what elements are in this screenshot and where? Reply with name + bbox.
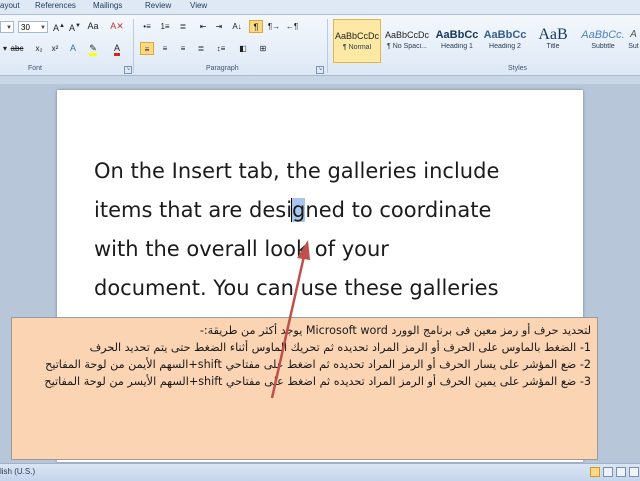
- numbering-icon[interactable]: 1≡: [158, 20, 172, 33]
- chevron-down-icon: ▼: [6, 25, 12, 31]
- font-color-icon[interactable]: A: [110, 42, 124, 56]
- web-layout-view-icon[interactable]: [616, 467, 626, 477]
- paragraph-dialog-launcher-icon[interactable]: ↘: [316, 66, 324, 74]
- style-name: ¶ No Spaci...: [387, 43, 427, 50]
- borders-icon[interactable]: ⊞: [256, 42, 270, 55]
- highlight-icon[interactable]: ✎: [86, 42, 100, 56]
- style-no-spacing[interactable]: AaBbCcDc ¶ No Spaci...: [383, 19, 431, 63]
- doc-line: with the overall look of your: [94, 237, 389, 261]
- font-dialog-launcher-icon[interactable]: ↘: [124, 66, 132, 74]
- style-subtle-emphasis[interactable]: A Sut: [627, 19, 640, 63]
- paragraph-group-label: Paragraph: [206, 65, 239, 72]
- strikethrough-icon[interactable]: abc: [10, 42, 24, 55]
- annotation-note: لتحديد حرف أو رمز معين فى برنامج الوورد …: [11, 317, 598, 460]
- doc-text-run: ned to coordinate: [305, 198, 492, 222]
- note-line: 3- ضع المؤشر على يمين الحرف أو الرمز الم…: [44, 375, 591, 388]
- note-line: 2- ضع المؤشر على يسار الحرف أو الرمز الم…: [45, 358, 591, 371]
- style-sample: AaBbCcDc: [334, 31, 379, 41]
- bullets-icon[interactable]: •≡: [140, 20, 154, 33]
- note-line: لتحديد حرف أو رمز معين فى برنامج الوورد …: [199, 324, 591, 337]
- tab-review[interactable]: Review: [145, 1, 171, 10]
- doc-line: On the Insert tab, the galleries include: [94, 159, 500, 183]
- style-sample: AaB: [538, 27, 568, 43]
- style-sample: A: [630, 29, 637, 40]
- style-name: Title: [546, 43, 560, 50]
- doc-line: document. You can use these galleries: [94, 276, 499, 300]
- style-heading-2[interactable]: AaBbCc Heading 2: [481, 19, 529, 63]
- align-right-icon[interactable]: ≡: [176, 42, 190, 55]
- style-title[interactable]: AaB Title: [529, 19, 577, 63]
- style-sample: AaBbCc: [483, 29, 527, 41]
- language-indicator[interactable]: lish (U.S.): [0, 467, 35, 476]
- style-name: Heading 2: [489, 43, 521, 50]
- style-name: Sut: [628, 43, 639, 50]
- style-heading-1[interactable]: AaBbCc Heading 1: [433, 19, 481, 63]
- font-size-value: 30: [21, 23, 30, 32]
- chevron-down-icon: ▼: [40, 25, 46, 31]
- ribbon: ▼ 30 ▼ A▲ A▼ Aa A✕ ▾ abc x₂ x² A ✎ A Fon…: [0, 15, 640, 76]
- style-sample: AaBbCc: [435, 29, 479, 41]
- styles-group-label: Styles: [508, 65, 528, 72]
- style-name: ¶ Normal: [342, 44, 372, 51]
- full-screen-reading-view-icon[interactable]: [603, 467, 613, 477]
- font-group-label: Font: [28, 65, 43, 72]
- status-bar: lish (U.S.): [0, 463, 640, 481]
- multilevel-list-icon[interactable]: ≣: [176, 20, 190, 33]
- tab-page-layout[interactable]: ayout: [0, 1, 20, 10]
- group-separator: [133, 19, 134, 73]
- selected-character[interactable]: g: [291, 198, 306, 222]
- tab-mailings[interactable]: Mailings: [93, 1, 122, 10]
- print-layout-view-icon[interactable]: [590, 467, 600, 477]
- line-spacing-icon[interactable]: ↕≡: [214, 42, 228, 55]
- rtl-direction-icon[interactable]: ←¶: [285, 20, 299, 33]
- style-subtitle[interactable]: AaBbCc. Subtitle: [579, 19, 627, 63]
- style-normal[interactable]: AaBbCcDc ¶ Normal: [333, 19, 381, 63]
- align-left-icon[interactable]: ≡: [140, 42, 154, 55]
- align-center-icon[interactable]: ≡: [158, 42, 172, 55]
- subscript-icon[interactable]: x₂: [32, 42, 46, 55]
- doc-text-run: items that are desi: [94, 198, 293, 222]
- font-size-combo[interactable]: 30 ▼: [18, 21, 48, 33]
- style-sample: AaBbCcDc: [384, 30, 429, 40]
- tab-references[interactable]: References: [35, 1, 76, 10]
- style-name: Subtitle: [591, 43, 615, 50]
- doc-line: items that are designed to coordinate: [94, 191, 554, 230]
- style-sample: AaBbCc.: [581, 29, 625, 41]
- shading-icon[interactable]: ◧: [236, 42, 250, 55]
- justify-icon[interactable]: ≣: [194, 42, 208, 55]
- grow-font-icon[interactable]: A▲: [52, 20, 66, 33]
- superscript-icon[interactable]: x²: [48, 42, 62, 55]
- ribbon-tab-bar: ayout References Mailings Review View: [0, 0, 640, 15]
- tab-view[interactable]: View: [190, 1, 207, 10]
- ltr-direction-icon[interactable]: ¶→: [267, 20, 281, 33]
- outline-view-icon[interactable]: [629, 467, 639, 477]
- style-name: Heading 1: [441, 43, 473, 50]
- sort-icon[interactable]: A↓: [230, 20, 244, 33]
- change-case-icon[interactable]: Aa: [86, 20, 100, 33]
- text-effects-icon[interactable]: A: [66, 42, 80, 55]
- document-body[interactable]: On the Insert tab, the galleries include…: [94, 152, 554, 308]
- group-separator: [327, 19, 328, 73]
- font-name-combo[interactable]: ▼: [0, 21, 14, 33]
- note-line: 1- الضغط بالماوس على الحرف أو الرمز المر…: [89, 341, 591, 354]
- shrink-font-icon[interactable]: A▼: [68, 20, 82, 33]
- decrease-indent-icon[interactable]: ⇤: [196, 20, 210, 33]
- clear-formatting-icon[interactable]: A✕: [110, 20, 124, 33]
- increase-indent-icon[interactable]: ⇥: [212, 20, 226, 33]
- show-formatting-icon[interactable]: ¶: [249, 20, 263, 33]
- ruler: [0, 76, 640, 84]
